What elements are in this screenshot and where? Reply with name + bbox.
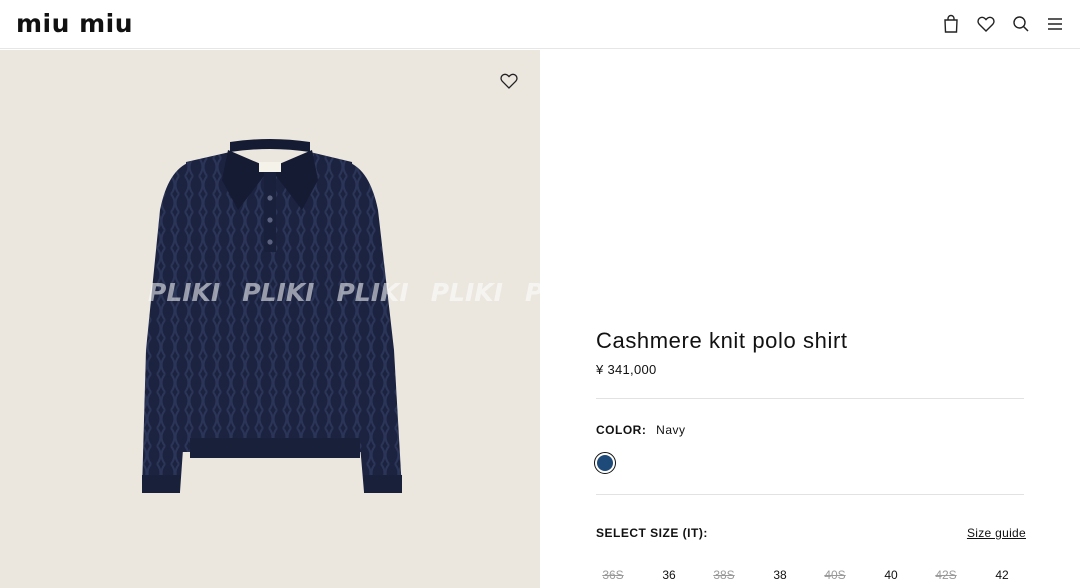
watermark-text: PLIKI <box>430 278 503 307</box>
color-row: COLOR: Navy <box>596 423 686 437</box>
watermark-overlay: PLIKI PLIKI PLIKI PLIKI PL <box>148 278 540 307</box>
size-option-38s[interactable]: 38S <box>707 568 741 582</box>
product-image: PLIKI PLIKI PLIKI PLIKI PL <box>0 50 540 588</box>
menu-icon[interactable] <box>1044 13 1066 35</box>
divider <box>596 398 1024 399</box>
watermark-text: PL <box>525 278 540 307</box>
search-icon[interactable] <box>1010 13 1032 35</box>
product-price: ¥ 341,000 <box>596 362 657 377</box>
watermark-text: PLIKI <box>148 278 221 307</box>
site-header: MIU MIU <box>0 0 1080 49</box>
watermark-text: PLIKI <box>242 278 315 307</box>
size-option-42s[interactable]: 42S <box>929 568 963 582</box>
watermark-text: PLIKI <box>336 278 409 307</box>
size-option-42[interactable]: 42 <box>985 568 1019 582</box>
size-option-36s[interactable]: 36S <box>596 568 630 582</box>
size-guide-link[interactable]: Size guide <box>967 526 1026 540</box>
size-option-36[interactable]: 36 <box>652 568 686 582</box>
add-to-wishlist-heart-icon[interactable] <box>498 70 520 92</box>
color-label: COLOR: <box>596 423 647 437</box>
heart-icon[interactable] <box>975 13 997 35</box>
color-value: Navy <box>656 423 686 437</box>
color-swatch-navy[interactable] <box>594 452 616 474</box>
brand-logo[interactable]: MIU MIU <box>16 11 133 37</box>
size-option-40[interactable]: 40 <box>874 568 908 582</box>
sweater-illustration <box>142 139 402 493</box>
divider <box>596 494 1024 495</box>
size-option-40s[interactable]: 40S <box>818 568 852 582</box>
size-option-38[interactable]: 38 <box>763 568 797 582</box>
size-section-title: SELECT SIZE (IT): <box>596 526 708 540</box>
swatch-fill <box>597 455 613 471</box>
bag-icon[interactable] <box>940 13 962 35</box>
size-selector: 36S 36 38S 38 40S 40 42S 42 <box>596 568 1026 584</box>
product-title: Cashmere knit polo shirt <box>596 328 848 353</box>
